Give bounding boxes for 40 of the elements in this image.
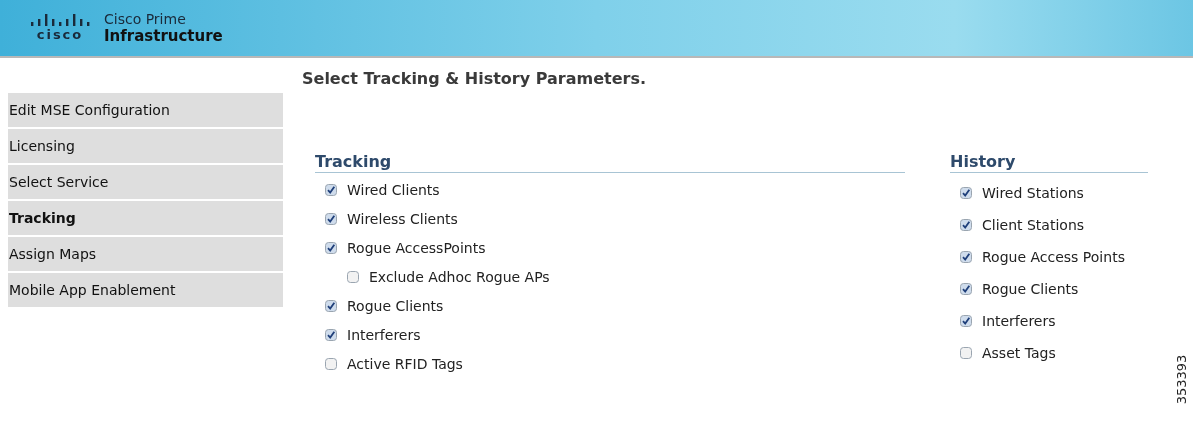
checkbox[interactable] bbox=[325, 184, 337, 196]
checkbox[interactable] bbox=[325, 358, 337, 370]
checkbox[interactable] bbox=[325, 329, 337, 341]
sidebar-item[interactable]: Mobile App Enablement bbox=[8, 273, 283, 307]
checkbox-label: Rogue AccessPoints bbox=[347, 240, 486, 256]
logo-bars-icon bbox=[30, 14, 90, 26]
checkbox-label: Rogue Clients bbox=[347, 298, 444, 314]
checkbox[interactable] bbox=[960, 251, 972, 263]
checkbox-label: Interferers bbox=[982, 313, 1056, 329]
checkbox[interactable] bbox=[325, 300, 337, 312]
sidebar-item[interactable]: Licensing bbox=[8, 129, 283, 163]
sidebar-item[interactable]: Edit MSE Configuration bbox=[8, 93, 283, 127]
checkbox-label: Wired Clients bbox=[347, 182, 440, 198]
checkbox-label: Rogue Clients bbox=[982, 281, 1079, 297]
sidebar-item[interactable]: Tracking bbox=[8, 201, 283, 235]
figure-number: 353393 bbox=[1174, 354, 1190, 405]
checkbox[interactable] bbox=[960, 187, 972, 199]
checkbox-label: Wired Stations bbox=[982, 185, 1084, 201]
checkbox[interactable] bbox=[347, 271, 359, 283]
checkbox[interactable] bbox=[960, 347, 972, 359]
checkbox-label: Client Stations bbox=[982, 217, 1085, 233]
sidebar-item[interactable]: Select Service bbox=[8, 165, 283, 199]
checkbox-label: Interferers bbox=[347, 327, 421, 343]
checkbox[interactable] bbox=[960, 219, 972, 231]
section-title: History bbox=[950, 152, 1148, 173]
page-title: Select Tracking & History Parameters. bbox=[302, 69, 648, 88]
checkbox[interactable] bbox=[325, 213, 337, 225]
checkbox-label: Wireless Clients bbox=[347, 211, 458, 227]
checkbox[interactable] bbox=[960, 283, 972, 295]
checkbox-label: Rogue Access Points bbox=[982, 249, 1125, 265]
checkbox-label: Exclude Adhoc Rogue APs bbox=[369, 269, 550, 285]
product-name: Infrastructure bbox=[104, 28, 223, 45]
logo-wordmark: cisco bbox=[36, 27, 84, 42]
checkbox-label: Active RFID Tags bbox=[347, 356, 463, 372]
product-name: Cisco Prime bbox=[104, 11, 187, 28]
checkbox[interactable] bbox=[325, 242, 337, 254]
sidebar-item[interactable]: Assign Maps bbox=[8, 237, 283, 271]
section-title: Tracking bbox=[315, 152, 905, 173]
checkbox[interactable] bbox=[960, 315, 972, 327]
checkbox-label: Asset Tags bbox=[982, 345, 1056, 361]
